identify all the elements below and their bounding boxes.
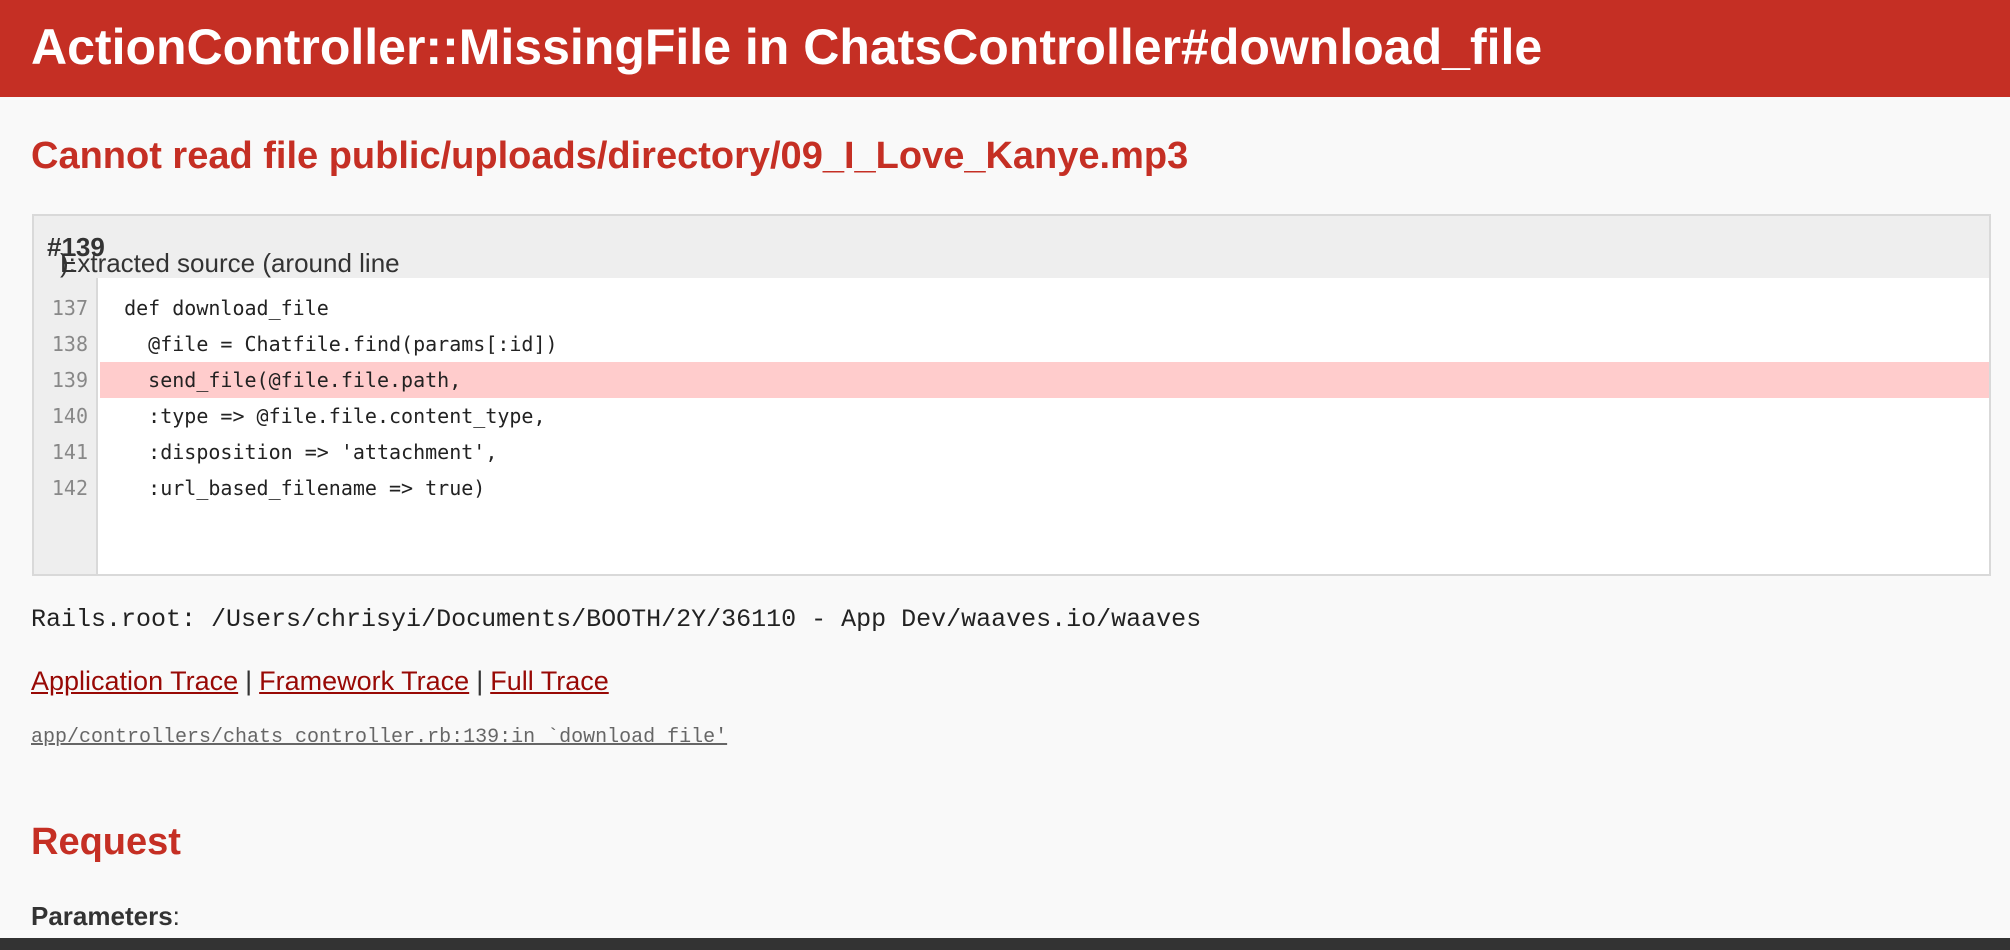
extracted-source: Extracted source (around line #139): 137… [32, 214, 1991, 576]
line-number: 140 [51, 404, 88, 428]
line-number: 139 [51, 368, 88, 392]
trace-links: Application Trace | Framework Trace | Full T… [31, 663, 609, 699]
error-message: Cannot read file public/uploads/director… [31, 135, 1189, 177]
line-number-gutter: 137 138 139 140 141 142 [34, 278, 98, 574]
code-line: :disposition => 'attachment', [100, 440, 498, 464]
full-trace-link[interactable]: Full Trace [490, 666, 609, 696]
code-line: :url_based_filename => true) [100, 476, 486, 500]
trace-separator: | [476, 666, 484, 696]
code-line: :type => @file.file.content_type, [100, 404, 546, 428]
request-heading: Request [31, 821, 181, 863]
error-title: ActionController::MissingFile in ChatsCo… [31, 19, 1543, 75]
source-heading-suffix: ): [60, 248, 76, 278]
line-number: 142 [51, 476, 88, 500]
rails-root: Rails.root: /Users/chrisyi/Documents/BOO… [31, 605, 1202, 634]
bottom-bar [0, 938, 2010, 950]
error-header: ActionController::MissingFile in ChatsCo… [0, 0, 2010, 97]
line-number: 137 [51, 296, 88, 320]
code-line: @file = Chatfile.find(params[:id]) [100, 332, 558, 356]
source-heading: Extracted source (around line #139): [34, 216, 1989, 278]
framework-trace-link[interactable]: Framework Trace [259, 666, 469, 696]
source-code: 137 138 139 140 141 142 def download_fil… [34, 278, 1989, 574]
trace-entry-link[interactable]: app/controllers/chats_controller.rb:139:… [31, 724, 727, 752]
trace-separator: | [245, 666, 253, 696]
application-trace-link[interactable]: Application Trace [31, 666, 238, 696]
parameters-label: Parameters: [31, 901, 180, 931]
code-line-highlighted: send_file(@file.file.path, [100, 362, 1989, 398]
line-number: 138 [51, 332, 88, 356]
line-number: 141 [51, 440, 88, 464]
source-heading-prefix: Extracted source (around line [60, 248, 400, 278]
code-line: def download_file [100, 296, 329, 320]
